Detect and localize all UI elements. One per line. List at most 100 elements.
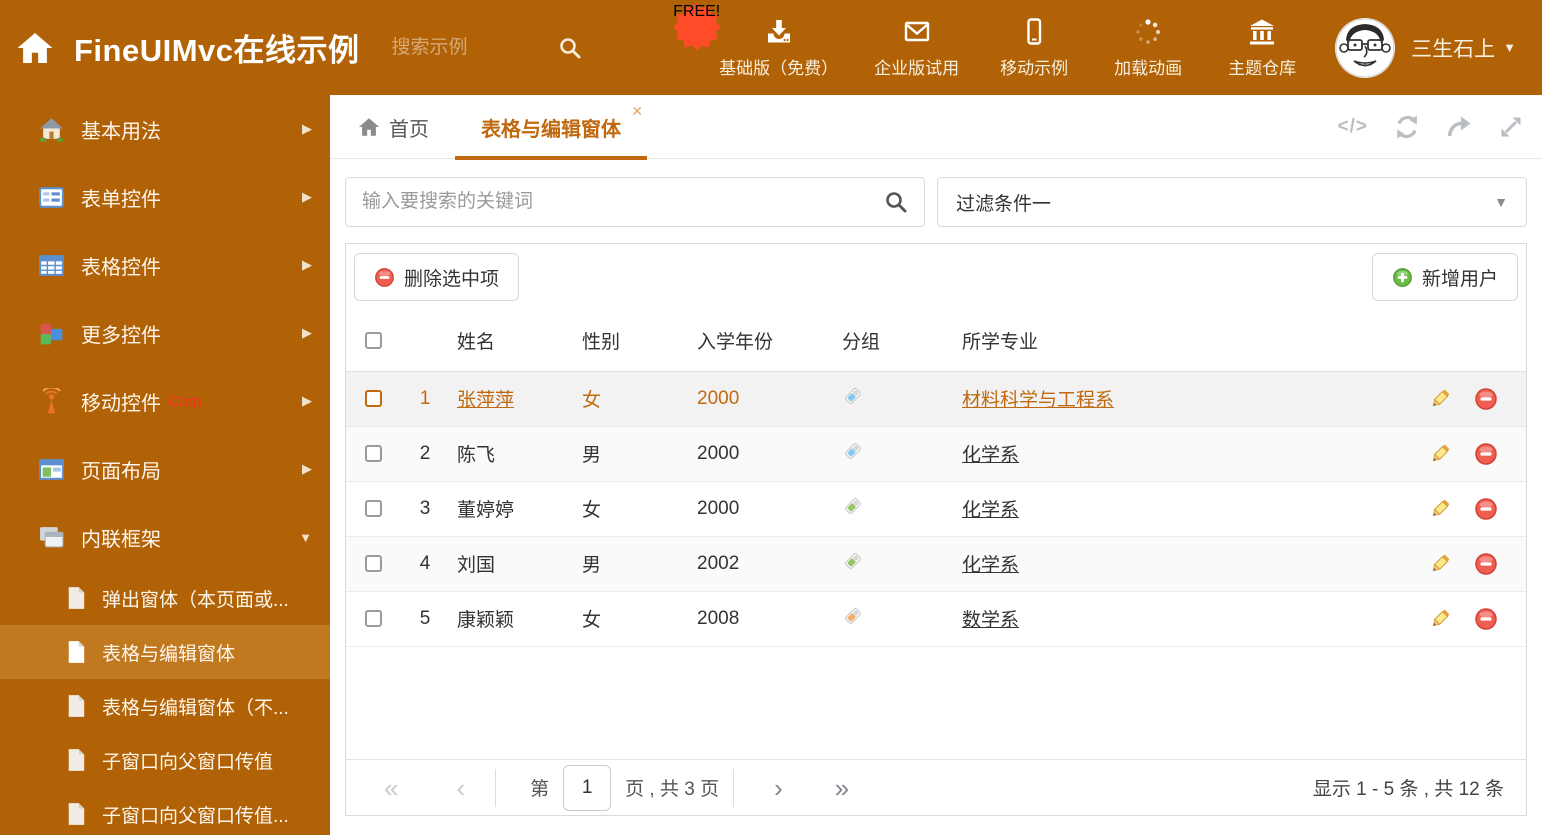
edit-icon[interactable] xyxy=(1428,552,1452,576)
delete-icon[interactable] xyxy=(1474,552,1498,576)
cell-name: 董婷婷 xyxy=(449,481,574,537)
delete-selected-button[interactable]: 删除选中项 xyxy=(354,253,520,301)
cell-name: 张萍萍 xyxy=(449,371,574,427)
caret-down-icon: ▼ xyxy=(1494,194,1508,210)
delete-icon[interactable] xyxy=(1474,497,1498,521)
expand-icon[interactable] xyxy=(1498,114,1524,140)
add-user-button[interactable]: 新增用户 xyxy=(1371,253,1518,301)
main-content: 首页 表格与编辑窗体 ✕ </> 输入要搜索的关键词 过滤条件一 ▼ 删除选中项… xyxy=(330,95,1542,835)
column-header-gender: 性别 xyxy=(574,311,689,372)
document-icon xyxy=(68,803,85,825)
filter-row: 过滤条件一 ▼ xyxy=(330,177,1542,227)
select-all-checkbox[interactable] xyxy=(365,332,382,350)
nav-item-theme-repo[interactable]: 主题仓库 xyxy=(1223,17,1301,79)
pagination-bar: « ‹ 第 页 , 共 3 页 › » 显示 1 - 5 条 , 共 12 条 xyxy=(346,759,1526,815)
share-icon[interactable] xyxy=(1446,114,1472,140)
sidebar-subitem-grid-edit-window[interactable]: 表格与编辑窗体 xyxy=(0,625,330,679)
sidebar-subitem-child-to-parent[interactable]: 子窗口向父窗口传值 xyxy=(0,733,330,787)
table-icon xyxy=(39,254,64,276)
filter-dropdown[interactable]: 过滤条件一 ▼ xyxy=(937,177,1527,227)
delete-icon[interactable] xyxy=(1474,607,1498,631)
page-prefix-label: 第 xyxy=(530,779,550,800)
chevron-right-icon: ▶ xyxy=(302,189,312,204)
major-link[interactable]: 化学系 xyxy=(962,445,1019,466)
edit-icon[interactable] xyxy=(1428,442,1452,466)
edit-icon[interactable] xyxy=(1428,497,1452,521)
next-page-button[interactable]: › xyxy=(774,775,783,801)
sidebar-item-page-layout[interactable]: 页面布局 ▶ xyxy=(0,435,330,503)
row-checkbox[interactable] xyxy=(365,389,382,407)
document-icon xyxy=(68,749,85,771)
delete-icon[interactable] xyxy=(1474,387,1498,411)
source-code-icon[interactable]: </> xyxy=(1338,114,1368,140)
table-header-row: 姓名 性别 入学年份 分组 所学专业 xyxy=(346,311,1526,372)
delete-icon[interactable] xyxy=(1474,442,1498,466)
major-link[interactable]: 材料科学与工程系 xyxy=(962,390,1114,411)
sidebar-subitem-popup-window[interactable]: 弹出窗体（本页面或... xyxy=(0,571,330,625)
sidebar-subitem-child-to-parent-2[interactable]: 子窗口向父窗口传值... xyxy=(0,787,330,835)
row-checkbox[interactable] xyxy=(365,554,382,572)
nav-item-enterprise-trial[interactable]: 企业版试用 xyxy=(874,17,959,79)
major-link[interactable]: 数学系 xyxy=(962,610,1019,631)
sidebar-item-grid-controls[interactable]: 表格控件 ▶ xyxy=(0,231,330,299)
major-link[interactable]: 化学系 xyxy=(962,555,1019,576)
table-row[interactable]: 3 董婷婷 女 2000 化学系 xyxy=(346,481,1526,537)
cell-gender: 男 xyxy=(574,536,689,592)
column-header-actions xyxy=(1414,311,1526,372)
cell-year: 2002 xyxy=(689,536,834,592)
table-row[interactable]: 1 张萍萍 女 2000 材料科学与工程系 xyxy=(346,371,1526,427)
row-checkbox[interactable] xyxy=(365,609,382,627)
document-icon xyxy=(68,587,85,609)
sidebar-item-form-controls[interactable]: 表单控件 ▶ xyxy=(0,163,330,231)
sidebar-item-mobile-controls[interactable]: 移动控件 Corp. ▶ xyxy=(0,367,330,435)
home-icon[interactable] xyxy=(16,29,54,67)
document-icon xyxy=(68,641,85,663)
nav-item-basic-version[interactable]: FREE! 基础版（免费） xyxy=(673,2,838,79)
name-link[interactable]: 张萍萍 xyxy=(457,390,514,411)
sidebar-subitem-label: 子窗口向父窗口传值... xyxy=(102,805,289,827)
last-page-button[interactable]: » xyxy=(835,775,849,801)
row-checkbox[interactable] xyxy=(365,444,382,462)
edit-icon[interactable] xyxy=(1428,387,1452,411)
sidebar-item-more-controls[interactable]: 更多控件 ▶ xyxy=(0,299,330,367)
major-link[interactable]: 化学系 xyxy=(962,500,1019,521)
row-index: 1 xyxy=(401,371,449,427)
antenna-icon xyxy=(42,387,61,413)
header-search-input[interactable] xyxy=(391,36,542,59)
row-checkbox[interactable] xyxy=(365,499,382,517)
column-header-major: 所学专业 xyxy=(954,311,1414,372)
sidebar-item-label: 页面布局 xyxy=(81,460,161,483)
page-number-input[interactable] xyxy=(563,764,612,811)
refresh-icon[interactable] xyxy=(1394,114,1420,140)
page-suffix-label: 页 , 共 3 页 xyxy=(625,779,720,800)
sidebar-item-basic-usage[interactable]: 基本用法 ▶ xyxy=(0,95,330,163)
cell-gender: 女 xyxy=(574,371,689,427)
user-menu[interactable]: 三生石上 ▼ xyxy=(1335,17,1516,78)
nav-item-mobile-demo[interactable]: 移动示例 xyxy=(995,17,1073,79)
nav-item-loading-animation[interactable]: 加载动画 xyxy=(1109,17,1187,79)
cell-gender: 男 xyxy=(574,426,689,482)
keyword-search-input[interactable] xyxy=(362,191,884,213)
phone-icon xyxy=(1027,17,1042,45)
cell-group xyxy=(834,426,954,482)
edit-icon[interactable] xyxy=(1428,607,1452,631)
tab-grid-edit-window[interactable]: 表格与编辑窗体 ✕ xyxy=(455,95,647,160)
keyword-search-box xyxy=(345,177,925,227)
spinner-icon xyxy=(1136,18,1161,44)
grid-toolbar: 删除选中项 新增用户 xyxy=(346,244,1526,311)
table-row[interactable]: 2 陈飞 男 2000 化学系 xyxy=(346,426,1526,482)
sidebar-item-inline-frame[interactable]: 内联框架 ▼ xyxy=(0,503,330,571)
tab-bar: 首页 表格与编辑窗体 ✕ </> xyxy=(330,95,1542,160)
sidebar-subitem-grid-edit-window-2[interactable]: 表格与编辑窗体（不... xyxy=(0,679,330,733)
first-page-button[interactable]: « xyxy=(384,775,398,801)
record-summary: 显示 1 - 5 条 , 共 12 条 xyxy=(1312,779,1504,800)
search-icon[interactable] xyxy=(558,36,582,60)
table-row[interactable]: 5 康颖颖 女 2008 数学系 xyxy=(346,591,1526,647)
chevron-right-icon: ▶ xyxy=(302,257,312,272)
close-icon[interactable]: ✕ xyxy=(631,103,643,120)
prev-page-button[interactable]: ‹ xyxy=(456,775,465,801)
search-icon[interactable] xyxy=(884,190,908,214)
header-nav: FREE! 基础版（免费） 企业版试用 移动示例 加载动画 主题仓库 xyxy=(673,2,1301,79)
tab-home[interactable]: 首页 xyxy=(358,95,429,159)
table-row[interactable]: 4 刘国 男 2002 化学系 xyxy=(346,536,1526,592)
